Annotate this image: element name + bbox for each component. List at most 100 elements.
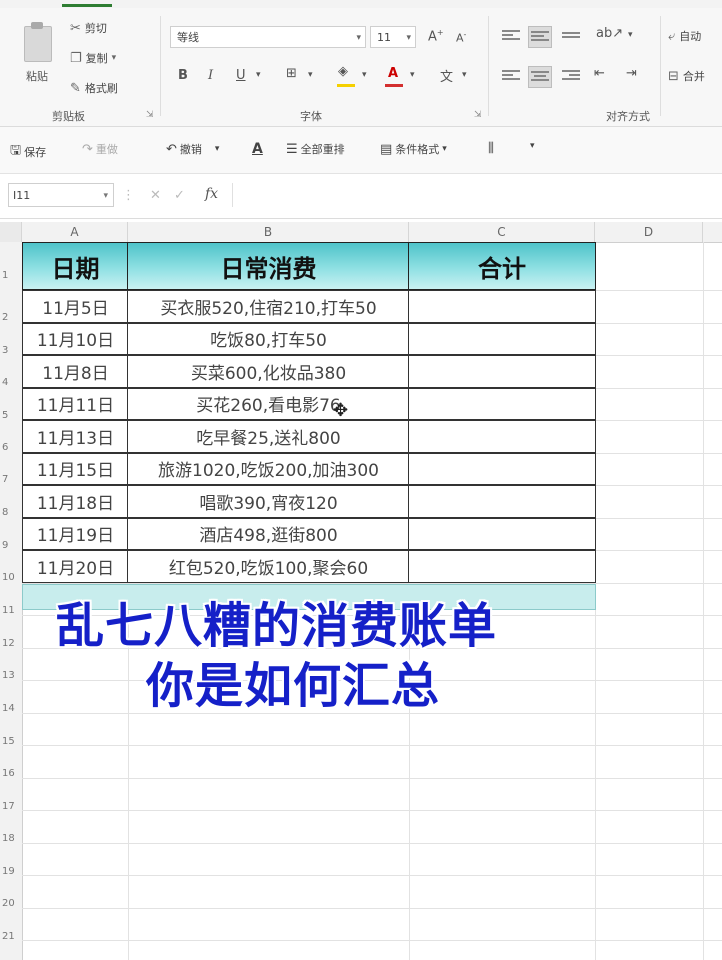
align-right-icon[interactable]: [562, 68, 580, 84]
chevron-down-icon[interactable]: ▾: [256, 70, 261, 80]
column-header-a[interactable]: A: [22, 222, 128, 242]
total-cell[interactable]: [408, 355, 596, 388]
align-bottom-icon[interactable]: [562, 30, 580, 46]
undo-button[interactable]: ↶ 撤销 ▾: [166, 141, 219, 157]
phonetic-icon[interactable]: 文: [440, 66, 453, 85]
chevron-down-icon[interactable]: ▾: [628, 30, 633, 40]
align-middle-icon[interactable]: [528, 26, 552, 48]
fill-color-icon[interactable]: ◈: [338, 64, 348, 79]
total-cell[interactable]: [408, 322, 596, 355]
row-header[interactable]: 14: [0, 703, 22, 714]
date-cell[interactable]: 11月20日: [22, 550, 129, 583]
chevron-down-icon[interactable]: ▾: [308, 70, 313, 80]
row-header[interactable]: 21: [0, 931, 22, 942]
formula-input[interactable]: [232, 183, 721, 207]
save-button[interactable]: 🖫 保存: [10, 141, 46, 163]
header-cell-date[interactable]: 日期: [22, 242, 129, 290]
format-painter-button[interactable]: ✎ 格式刷: [70, 80, 118, 96]
column-header-c[interactable]: C: [409, 222, 595, 242]
row-header[interactable]: 15: [0, 736, 22, 747]
more-icon[interactable]: ⋮: [122, 188, 135, 203]
decrease-indent-icon[interactable]: ⇤: [594, 66, 605, 81]
bold-icon[interactable]: B: [178, 68, 188, 83]
expense-cell[interactable]: 唱歌390,宵夜120: [127, 485, 410, 518]
expense-cell[interactable]: 买衣服520,住宿210,打车50: [127, 290, 410, 323]
total-cell[interactable]: [408, 485, 596, 518]
date-cell[interactable]: 11月5日: [22, 290, 129, 323]
expense-cell[interactable]: 买菜600,化妆品380: [127, 355, 410, 388]
chevron-down-icon[interactable]: ▾: [462, 70, 467, 80]
orientation-icon[interactable]: ab↗: [596, 26, 623, 41]
row-header[interactable]: 13: [0, 670, 22, 681]
cut-button[interactable]: ✂ 剪切: [70, 20, 107, 36]
name-box[interactable]: I11 ▾: [8, 183, 114, 207]
row-header[interactable]: 18: [0, 833, 22, 844]
row-header[interactable]: 8: [0, 507, 22, 518]
row-header[interactable]: 9: [0, 540, 22, 551]
row-header[interactable]: 17: [0, 801, 22, 812]
align-center-icon[interactable]: [528, 66, 552, 88]
expense-cell[interactable]: 旅游1020,吃饭200,加油300: [127, 452, 410, 485]
row-header[interactable]: 7: [0, 474, 22, 485]
italic-icon[interactable]: I: [208, 68, 213, 83]
conditional-format-button[interactable]: ▤ 条件格式 ▾: [380, 141, 447, 157]
row-header[interactable]: 10: [0, 572, 22, 583]
date-cell[interactable]: 11月13日: [22, 420, 129, 453]
row-header[interactable]: 12: [0, 638, 22, 649]
total-cell[interactable]: [408, 420, 596, 453]
increase-indent-icon[interactable]: ⇥: [626, 66, 637, 81]
row-header[interactable]: 6: [0, 442, 22, 453]
expense-cell[interactable]: 吃早餐25,送礼800: [127, 420, 410, 453]
distribute-icon[interactable]: ⫼: [488, 141, 494, 156]
date-cell[interactable]: 11月8日: [22, 355, 129, 388]
total-cell[interactable]: [408, 290, 596, 323]
date-cell[interactable]: 11月15日: [22, 452, 129, 485]
align-left-icon[interactable]: [502, 68, 520, 84]
wrap-text-button[interactable]: ⤶ 自动: [668, 28, 701, 44]
date-cell[interactable]: 11月10日: [22, 322, 129, 355]
total-cell[interactable]: [408, 452, 596, 485]
header-cell-expense[interactable]: 日常消费: [127, 242, 410, 290]
select-all-corner[interactable]: [0, 222, 22, 242]
expense-cell[interactable]: 买花260,看电影76: [127, 387, 410, 420]
date-cell[interactable]: 11月11日: [22, 387, 129, 420]
column-header-d[interactable]: D: [595, 222, 703, 242]
row-header[interactable]: 4: [0, 377, 22, 388]
row-header[interactable]: 3: [0, 345, 22, 356]
expense-cell[interactable]: 酒店498,逛街800: [127, 517, 410, 550]
paste-button[interactable]: 粘贴: [20, 22, 58, 84]
clear-all-button[interactable]: ☰ 全部重排: [286, 141, 345, 157]
clipboard-launcher-icon[interactable]: ⇲: [146, 110, 154, 120]
font-color-icon[interactable]: A: [388, 66, 398, 81]
row-header[interactable]: 2: [0, 312, 22, 323]
enter-icon[interactable]: ✓: [174, 188, 185, 203]
expense-cell[interactable]: 吃饭80,打车50: [127, 322, 410, 355]
row-header[interactable]: 19: [0, 866, 22, 877]
chevron-down-icon[interactable]: ▾: [362, 70, 367, 80]
font-color-quick-icon[interactable]: A: [252, 141, 263, 157]
cancel-icon[interactable]: ✕: [150, 188, 161, 203]
expense-cell[interactable]: 红包520,吃饭100,聚会60: [127, 550, 410, 583]
copy-button[interactable]: ❐ 复制 ▾: [70, 50, 116, 66]
font-size-select[interactable]: 11 ▾: [370, 26, 416, 48]
column-header-b[interactable]: B: [128, 222, 409, 242]
date-cell[interactable]: 11月18日: [22, 485, 129, 518]
row-header[interactable]: 20: [0, 898, 22, 909]
row-header[interactable]: 1: [0, 270, 22, 281]
customize-qat-icon[interactable]: ▾: [530, 141, 535, 151]
underline-icon[interactable]: U: [236, 68, 246, 83]
insert-function-icon[interactable]: fx: [205, 186, 218, 202]
align-top-icon[interactable]: [502, 28, 520, 44]
chevron-down-icon[interactable]: ▾: [410, 70, 415, 80]
total-cell[interactable]: [408, 387, 596, 420]
row-header[interactable]: 11: [0, 605, 22, 616]
border-icon[interactable]: ⊞: [286, 66, 297, 81]
redo-button[interactable]: ↷ 重做: [82, 141, 118, 157]
total-cell[interactable]: [408, 550, 596, 583]
total-cell[interactable]: [408, 517, 596, 550]
font-name-select[interactable]: 等线 ▾: [170, 26, 366, 48]
decrease-font-icon[interactable]: A-: [456, 30, 466, 45]
row-header[interactable]: 16: [0, 768, 22, 779]
date-cell[interactable]: 11月19日: [22, 517, 129, 550]
row-header[interactable]: 5: [0, 410, 22, 421]
